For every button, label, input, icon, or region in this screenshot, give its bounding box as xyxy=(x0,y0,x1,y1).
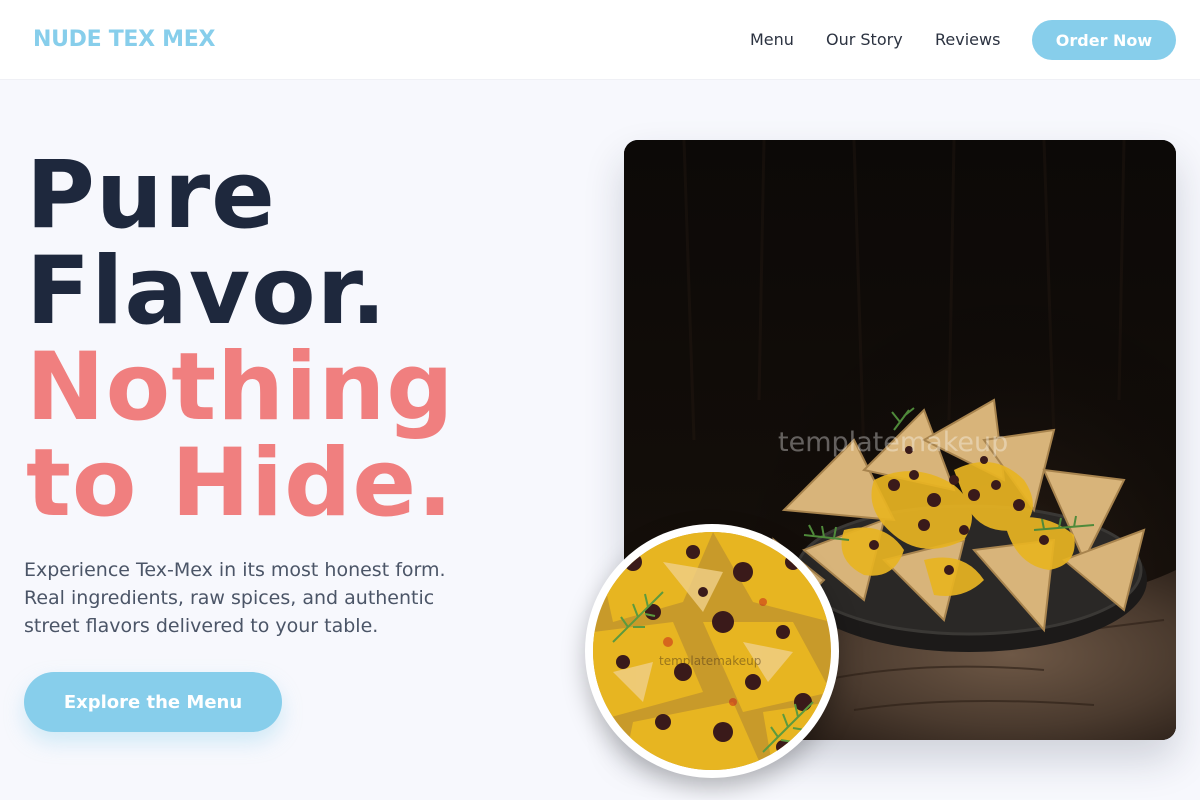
hero-description-line: Real ingredients, raw spices, and authen… xyxy=(24,587,435,609)
headline-line-pure: Pure xyxy=(26,141,276,250)
explore-menu-button[interactable]: Explore the Menu xyxy=(24,672,282,732)
headline-line-nothing: Nothing xyxy=(26,333,455,442)
hero-description: Experience Tex-Mex in its most honest fo… xyxy=(24,556,494,640)
nav-link-our-story[interactable]: Our Story xyxy=(826,30,903,50)
nachos-closeup-illustration xyxy=(593,532,831,770)
site-header: NUDE TEX MEX Menu Our Story Reviews Orde… xyxy=(0,0,1200,79)
nav-link-reviews[interactable]: Reviews xyxy=(935,30,1000,50)
nav-link-menu[interactable]: Menu xyxy=(750,30,794,50)
brand-logo[interactable]: NUDE TEX MEX xyxy=(33,26,215,54)
image-watermark: templatemakeup xyxy=(778,427,1009,458)
closeup-photo-frame: templatemakeup xyxy=(593,532,831,770)
headline-line-to-hide: to Hide. xyxy=(26,429,454,538)
hero-description-line: street flavors delivered to your table. xyxy=(24,615,379,637)
hero-description-line: Experience Tex-Mex in its most honest fo… xyxy=(24,559,446,581)
headline-line-flavor: Flavor. xyxy=(26,237,388,346)
closeup-watermark: templatemakeup xyxy=(659,654,762,668)
hero-closeup-image: templatemakeup xyxy=(585,524,839,778)
order-now-button[interactable]: Order Now xyxy=(1032,20,1176,60)
